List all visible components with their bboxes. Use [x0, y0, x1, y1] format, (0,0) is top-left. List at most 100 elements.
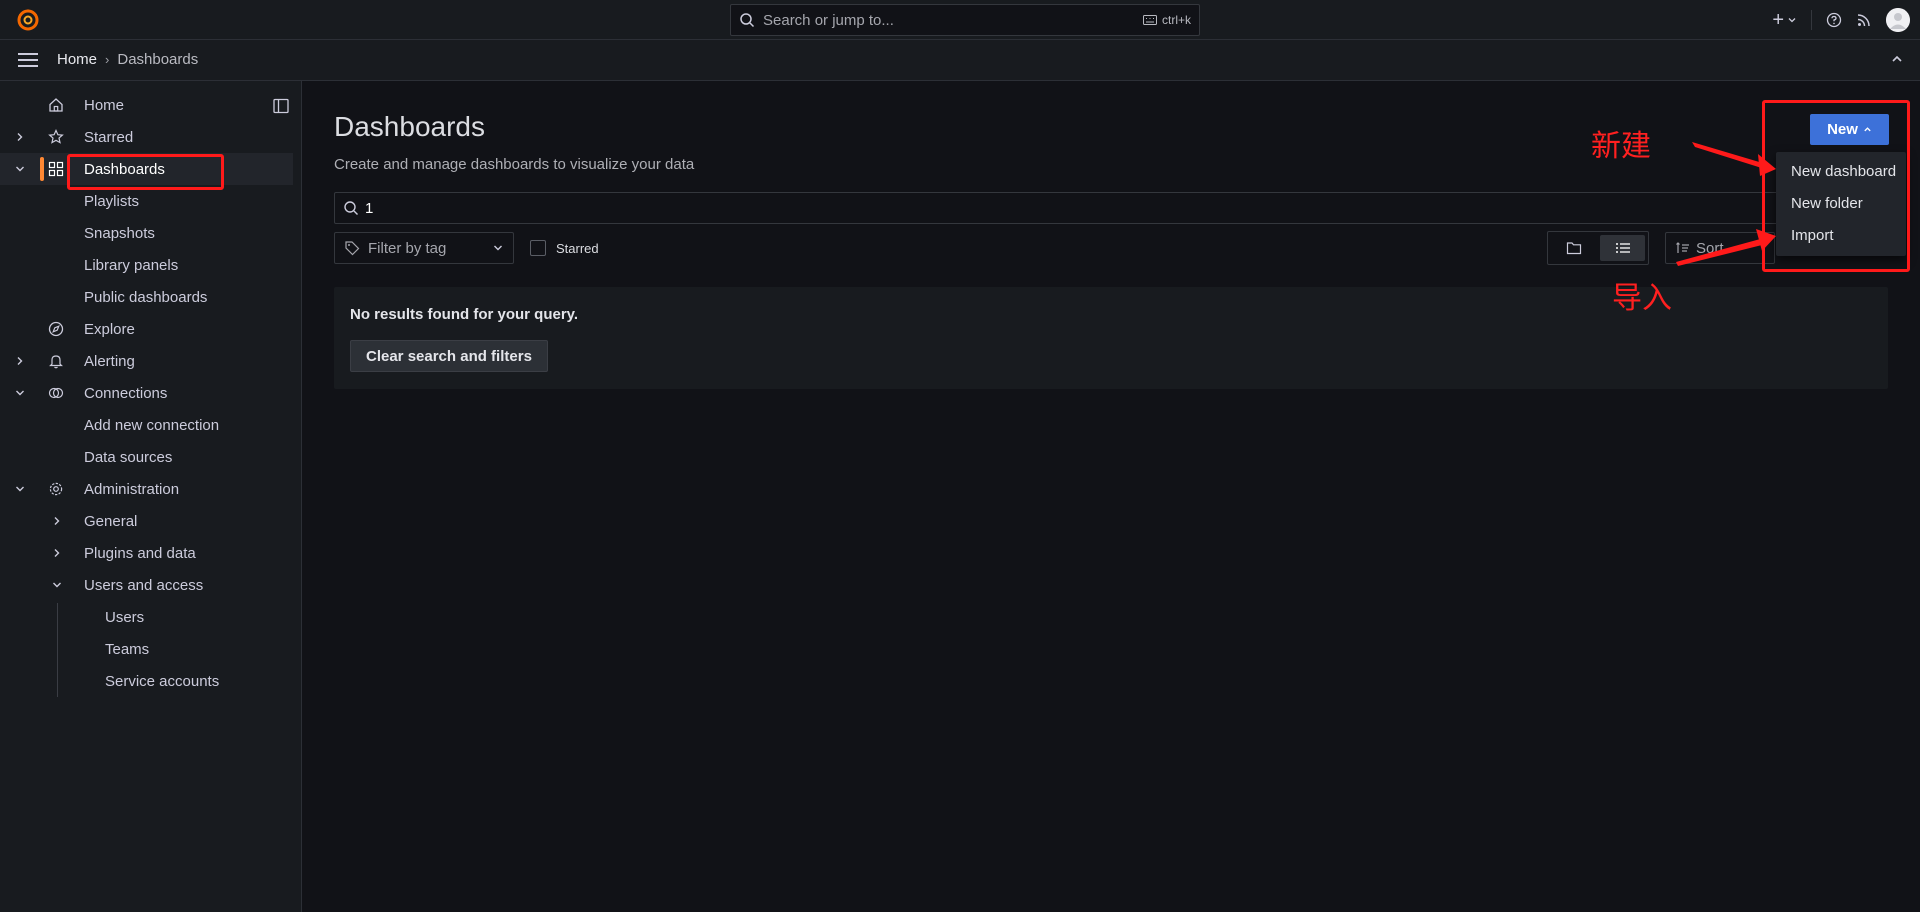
sidebar-item-label: Users and access	[84, 576, 204, 594]
sidebar-item-label: Snapshots	[84, 224, 155, 242]
tag-icon	[345, 241, 360, 256]
keyboard-icon	[1142, 15, 1157, 25]
sidebar-item-starred[interactable]: Starred	[0, 121, 293, 153]
chevron-right-icon[interactable]	[51, 515, 63, 527]
sidebar-item-administration[interactable]: Administration	[0, 473, 293, 505]
divider	[1811, 10, 1812, 30]
annotation-label-new: 新建	[1591, 129, 1651, 164]
chevron-up-icon[interactable]	[1890, 52, 1904, 66]
chevron-right-icon[interactable]	[14, 355, 26, 367]
sidebar-item-add-new-connection[interactable]: Add new connection	[0, 409, 293, 441]
sidebar-item-service-accounts[interactable]: Service accounts	[0, 665, 293, 697]
dashboard-search-input[interactable]: 1	[334, 192, 1888, 224]
annotation-box-new-menu	[1762, 100, 1910, 272]
chevron-down-icon[interactable]	[51, 579, 63, 591]
sidebar-item-home[interactable]: Home	[0, 89, 293, 121]
starred-filter[interactable]: Starred	[530, 240, 599, 256]
plus-icon: +	[1772, 8, 1784, 31]
sidebar-item-label: Playlists	[84, 192, 140, 210]
sidebar-item-label: Add new connection	[84, 416, 220, 434]
sidebar-item-general[interactable]: General	[0, 505, 293, 537]
sidebar-item-teams[interactable]: Teams	[0, 633, 293, 665]
avatar[interactable]	[1886, 8, 1910, 32]
chevron-down-icon[interactable]	[14, 163, 26, 175]
search-bar[interactable]: Search or jump to... ctrl+k	[730, 4, 1200, 36]
sidebar-item-label: Library panels	[84, 256, 179, 274]
sidebar-item-label: Starred	[84, 128, 134, 146]
sidebar-item-label: Users	[105, 608, 145, 626]
starred-label: Starred	[556, 240, 599, 256]
sidebar-item-connections[interactable]: Connections	[0, 377, 293, 409]
list-icon	[1615, 243, 1630, 253]
sidebar-item-label: Explore	[84, 320, 135, 338]
sidebar-item-public-dashboards[interactable]: Public dashboards	[0, 281, 293, 313]
sidebar-item-label: Public dashboards	[84, 288, 208, 306]
sort-label: Sort	[1696, 239, 1724, 257]
sidebar-item-label: Administration	[84, 480, 180, 498]
help-icon[interactable]	[1826, 12, 1842, 28]
star-icon	[48, 129, 64, 144]
breadcrumb-separator: ›	[105, 52, 110, 67]
folder-view-button[interactable]	[1551, 235, 1596, 261]
sidebar-item-label: Service accounts	[105, 672, 220, 690]
chevron-down-icon	[494, 245, 502, 251]
breadcrumb-bar: Home › Dashboards	[0, 40, 1920, 81]
search-value: 1	[365, 199, 374, 217]
connections-icon	[48, 387, 64, 399]
sidebar-item-alerting[interactable]: Alerting	[0, 345, 293, 377]
annotation-box-dashboards	[67, 154, 224, 190]
search-placeholder: Search or jump to...	[763, 11, 894, 29]
chevron-down-icon	[1788, 18, 1796, 23]
sidebar-item-label: Home	[84, 96, 125, 114]
sidebar-item-explore[interactable]: Explore	[0, 313, 293, 345]
clear-search-button[interactable]: Clear search and filters	[350, 340, 548, 372]
page-subtitle: Create and manage dashboards to visualiz…	[334, 156, 695, 173]
annotation-label-import: 导入	[1612, 281, 1672, 316]
shortcut-hint: ctrl+k	[1142, 13, 1191, 27]
chevron-right-icon[interactable]	[51, 547, 63, 559]
tag-filter-placeholder: Filter by tag	[368, 239, 447, 257]
sidebar-item-snapshots[interactable]: Snapshots	[0, 217, 293, 249]
tag-filter-select[interactable]: Filter by tag	[334, 232, 514, 264]
no-results-message: No results found for your query.	[350, 306, 579, 323]
folder-icon	[1566, 242, 1581, 255]
list-view-button[interactable]	[1600, 235, 1645, 261]
add-new-button[interactable]: +	[1772, 9, 1797, 32]
top-bar: Search or jump to... ctrl+k +	[0, 0, 1920, 40]
active-indicator	[40, 157, 44, 181]
sidebar-item-users-and-access[interactable]: Users and access	[0, 569, 293, 601]
chevron-right-icon[interactable]	[14, 131, 26, 143]
menu-icon[interactable]	[18, 51, 38, 69]
page-title: Dashboards	[334, 111, 485, 142]
chevron-down-icon[interactable]	[14, 483, 26, 495]
sidebar-item-label: Data sources	[84, 448, 173, 466]
search-icon	[740, 13, 755, 28]
gear-icon	[49, 482, 63, 496]
sidebar-item-label: General	[84, 512, 138, 530]
sidebar-item-users[interactable]: Users	[0, 601, 293, 633]
shortcut-text: ctrl+k	[1161, 13, 1191, 27]
user-avatar-icon	[1886, 8, 1910, 32]
sort-icon	[1676, 242, 1689, 253]
sort-select[interactable]: Sort	[1665, 232, 1775, 264]
bell-icon	[49, 355, 63, 369]
chevron-down-icon[interactable]	[14, 387, 26, 399]
sidebar-item-label: Connections	[84, 384, 168, 402]
starred-checkbox[interactable]	[530, 240, 546, 256]
sidebar-item-data-sources[interactable]: Data sources	[0, 441, 293, 473]
breadcrumb: Home › Dashboards	[57, 51, 198, 68]
sidebar-item-label: Teams	[105, 640, 150, 658]
top-right-actions: +	[1772, 6, 1910, 34]
sidebar-item-plugins-and-data[interactable]: Plugins and data	[0, 537, 293, 569]
sidebar-item-label: Plugins and data	[84, 544, 196, 562]
sidebar-item-library-panels[interactable]: Library panels	[0, 249, 293, 281]
home-icon	[49, 98, 63, 112]
apps-icon	[48, 161, 64, 177]
breadcrumb-home[interactable]: Home	[57, 51, 97, 68]
grafana-logo-icon[interactable]	[16, 8, 40, 32]
sidebar: Home Starred Dashboards Playlists Snapsh…	[0, 81, 302, 912]
search-icon	[344, 201, 358, 215]
rss-icon[interactable]	[1856, 12, 1872, 28]
breadcrumb-current: Dashboards	[117, 51, 199, 68]
view-toggle	[1547, 231, 1649, 265]
